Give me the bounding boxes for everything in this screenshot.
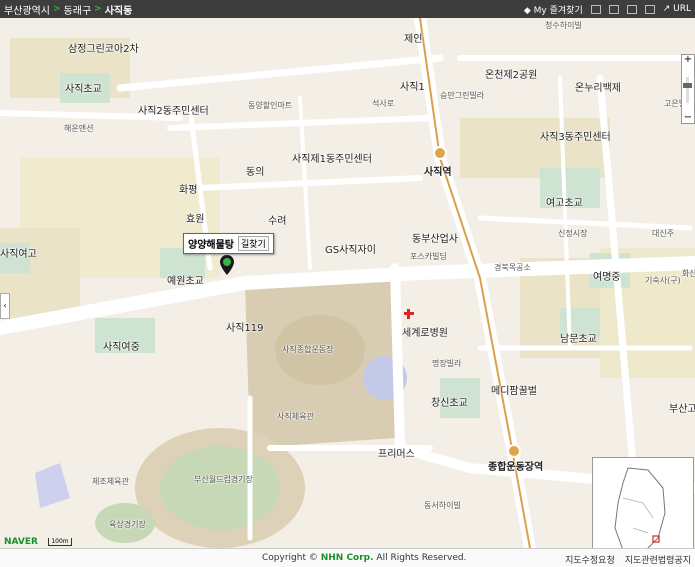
label-sajik1: 사직1 — [400, 82, 425, 93]
label-haeun: 해운맨션 — [64, 124, 94, 133]
label-samjeong: 삼정그린코아2차 — [68, 44, 139, 55]
directions-button[interactable]: 길찾기 — [238, 236, 269, 251]
footer-links: 지도수정요청 지도관련법령공지 — [565, 553, 691, 566]
zoom-slider-handle[interactable] — [683, 83, 692, 88]
print-icon[interactable] — [590, 4, 601, 14]
label-yeogo: 여고초교 — [546, 198, 583, 209]
place-popup[interactable]: 양양해물탕 길찾기 — [183, 233, 274, 254]
label-changsin: 창신초교 — [431, 398, 468, 409]
label-seoksa: 석사로 — [372, 99, 395, 108]
label-myeongjang: 명장빌라 — [432, 359, 462, 368]
label-seungmin: 승만그린빌라 — [440, 91, 485, 100]
zoom-control: + − — [681, 54, 695, 124]
url-label: URL — [673, 4, 691, 14]
label-freemers: 프리머스 — [378, 449, 415, 460]
label-sajik-elem: 사직초교 — [65, 84, 102, 95]
label-cheongsu: 청수하이빌 — [545, 21, 582, 30]
save-icon[interactable] — [608, 4, 619, 14]
label-dongseo: 동서하이빌 — [424, 501, 461, 510]
breadcrumb: 부산광역시 > 동래구 > 사직동 — [0, 2, 132, 17]
label-segyero: 세계로병원 — [402, 328, 448, 339]
label-sajik-gym: 사직체육관 — [277, 412, 314, 421]
breadcrumb-district[interactable]: 동래구 — [64, 2, 92, 17]
label-sajikyeogo: 사직여고 — [0, 249, 37, 260]
window-icon[interactable] — [626, 4, 637, 14]
label-sajik-mid: 사직여중 — [103, 342, 140, 353]
map-canvas[interactable]: 삼정그린코아2차 사직초교 사직2동주민센터 해운맨션 동양할인마트 제인 사직… — [0, 18, 695, 548]
footer: Copyright © NHN Corp. All Rights Reserve… — [0, 548, 695, 567]
label-sura: 수려 — [268, 216, 287, 227]
label-hyowon: 효원 — [186, 214, 205, 225]
label-daeshin: 대신주 — [652, 229, 675, 238]
copyright-rights: All Rights Reserved. — [376, 553, 467, 563]
collapse-panel-button[interactable]: ‹ — [0, 293, 10, 319]
favorites-label: My 즐겨찾기 — [533, 5, 583, 16]
label-sajik2: 사직2동주민센터 — [138, 106, 209, 117]
label-sajik3: 사직3동주민센터 — [540, 132, 611, 143]
label-dongui: 동의 — [246, 167, 265, 178]
label-chejo: 체조체육관 — [92, 477, 129, 486]
breadcrumb-neighborhood[interactable]: 사직동 — [105, 2, 133, 17]
label-busan-right: 부산고 — [669, 404, 695, 415]
label-athletics: 육상경기장 — [109, 520, 146, 529]
label-sajik-stadium: 사직종합운동장 — [282, 345, 334, 354]
label-sports-complex: 종합운동장역 — [488, 462, 544, 473]
label-yewon: 예원초교 — [167, 276, 204, 287]
report-error-link[interactable]: 지도수정요청 — [565, 553, 615, 566]
naver-logo: NAVER — [4, 537, 38, 547]
terms-link[interactable]: 지도관련법령공지 — [625, 553, 691, 566]
chevron-right-icon: > — [53, 4, 61, 14]
label-hwasan: 화산 — [682, 269, 695, 278]
chevron-right-icon: > — [94, 4, 102, 14]
breadcrumb-city[interactable]: 부산광역시 — [4, 2, 50, 17]
label-sajik-station: 사직역 — [424, 167, 452, 178]
toolbar: ◆ My 즐겨찾기 ↗ URL — [524, 0, 691, 18]
overview-minimap[interactable] — [592, 457, 694, 548]
label-dongbusan: 동부산업사 — [412, 234, 458, 245]
label-dongyang: 동양할인마트 — [248, 101, 293, 110]
copyright-text: Copyright © NHN Corp. All Rights Reserve… — [262, 553, 466, 563]
copyright-company: NHN Corp. — [320, 553, 374, 563]
label-gs: GS사직자이 — [325, 245, 376, 256]
zoom-slider-track[interactable] — [686, 77, 689, 103]
label-sinjeong: 신정시장 — [558, 229, 588, 238]
settings-icon[interactable] — [644, 4, 655, 14]
place-name[interactable]: 양양해물탕 — [188, 236, 234, 251]
favorites-button[interactable]: ◆ My 즐겨찾기 — [524, 3, 583, 16]
label-gisu: 기숙사(구) — [645, 276, 681, 285]
label-sajikje1: 사직제1동주민센터 — [292, 154, 372, 165]
copyright-prefix: Copyright © — [262, 553, 318, 563]
top-bar: 부산광역시 > 동래구 > 사직동 ◆ My 즐겨찾기 ↗ URL — [0, 0, 695, 18]
zoom-in-button[interactable]: + — [682, 55, 694, 65]
label-poscar: 포스카빌딩 — [410, 252, 447, 261]
label-worldcup: 부산월드컵경기장 — [194, 475, 253, 484]
url-button[interactable]: ↗ URL — [663, 4, 691, 14]
label-hwapyeong: 화평 — [179, 185, 198, 196]
label-onnuri: 온누리백제 — [575, 83, 621, 94]
korea-outline-icon — [614, 467, 666, 548]
label-medipam: 메디팜꿀벌 — [491, 386, 537, 397]
scale-bar: 100m — [48, 538, 72, 546]
zoom-out-button[interactable]: − — [682, 113, 694, 123]
label-sajik119: 사직119 — [226, 323, 264, 334]
label-namsan: 남문초교 — [560, 334, 597, 345]
location-pin-icon[interactable] — [220, 255, 234, 281]
map-roads — [0, 18, 695, 548]
label-yeomyeong: 여명중 — [593, 272, 621, 283]
label-jein: 제인 — [404, 34, 423, 45]
label-oncheon2: 온천제2공원 — [485, 70, 538, 81]
label-gyeongbuk: 경북목공소 — [494, 263, 531, 272]
